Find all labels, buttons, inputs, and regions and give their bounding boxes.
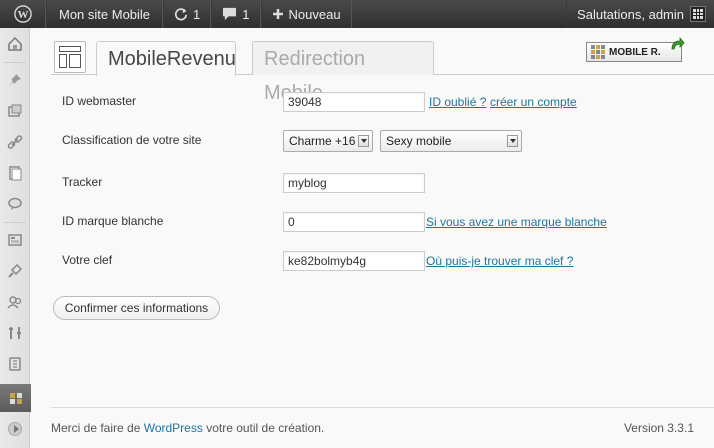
dropdown-arrow-icon — [358, 135, 369, 147]
white-label-link[interactable]: Si vous avez une marque blanche — [426, 215, 607, 229]
version-text: Version 3.3.1 — [623, 421, 694, 435]
grid-logo-icon — [591, 45, 605, 59]
tracker-label: Tracker — [62, 175, 103, 189]
admin-bar: W Mon site Mobile 1 1 Nouveau Salutation… — [0, 0, 714, 28]
refresh-icon — [174, 8, 188, 21]
tab-label: MobileRevenu — [108, 48, 236, 70]
users-icon[interactable] — [0, 288, 30, 316]
plus-icon — [272, 9, 283, 19]
links-icon[interactable] — [0, 128, 30, 156]
page-layout-icon — [54, 41, 86, 73]
comments-icon[interactable] — [0, 190, 30, 218]
avatar — [690, 6, 706, 22]
subcategory-select[interactable]: Sexy mobile — [380, 130, 522, 152]
new-content-link[interactable]: Nouveau — [260, 0, 352, 28]
white-label-id-input[interactable]: 0 — [283, 212, 425, 232]
media-icon[interactable] — [0, 97, 30, 125]
account-menu[interactable]: Salutations, admin — [566, 0, 714, 28]
wordpress-logo-icon[interactable]: W — [0, 0, 46, 28]
footer-text-before: Merci de faire de — [51, 421, 144, 435]
create-account-link[interactable]: créer un compte — [490, 95, 577, 109]
confirm-button[interactable]: Confirmer ces informations — [53, 296, 220, 320]
pages-icon[interactable] — [0, 159, 30, 187]
greeting-text: Salutations, admin — [577, 6, 684, 22]
key-input[interactable]: ke82bolmyb4g — [283, 251, 425, 271]
subcategory-value: Sexy mobile — [386, 134, 452, 148]
svg-text:W: W — [17, 9, 28, 21]
main-content: MobileRevenu Redirection Mobile MOBILE R… — [31, 28, 714, 448]
appearance-icon[interactable] — [0, 226, 30, 254]
tracker-input[interactable]: myblog — [283, 173, 425, 193]
admin-sidebar — [0, 28, 40, 448]
tab-redirection-mobile[interactable]: Redirection Mobile — [252, 41, 434, 104]
webmaster-label: ID webmaster — [62, 94, 137, 108]
comment-bubble-icon — [223, 7, 237, 21]
white-label-id-label: ID marque blanche — [62, 214, 164, 228]
classification-value: Charme +16 — [289, 134, 356, 148]
pin-icon[interactable] — [0, 66, 30, 94]
dashboard-icon[interactable] — [0, 30, 30, 58]
wordpress-link[interactable]: WordPress — [144, 421, 203, 435]
key-label: Votre clef — [62, 253, 113, 267]
new-label: Nouveau — [288, 6, 341, 22]
green-arrow-icon — [671, 37, 685, 50]
tools-icon[interactable] — [0, 319, 30, 347]
find-key-link[interactable]: Où puis-je trouver ma clef ? — [426, 254, 573, 268]
site-name: Mon site Mobile — [59, 6, 151, 22]
comments-link[interactable]: 1 — [211, 0, 261, 28]
tab-mobile-revenu[interactable]: MobileRevenu — [96, 41, 236, 76]
plugins-icon[interactable] — [0, 257, 30, 285]
footer-credit: Merci de faire de WordPress votre outil … — [51, 421, 324, 435]
updates-count: 1 — [193, 6, 201, 22]
updates-link[interactable]: 1 — [163, 0, 212, 28]
comments-count: 1 — [242, 6, 250, 22]
classification-label: Classification de votre site — [62, 133, 202, 147]
classification-select[interactable]: Charme +16 — [283, 130, 373, 152]
webmaster-id-input[interactable]: 39048 — [283, 92, 425, 112]
footer-text-after: votre outil de création. — [202, 421, 325, 435]
forgot-id-link[interactable]: ID oublié ? — [429, 95, 486, 109]
mobile-revenu-icon[interactable] — [0, 384, 40, 412]
badge-label: MOBILE R. — [609, 46, 661, 58]
settings-icon[interactable] — [0, 350, 30, 378]
collapse-menu-button[interactable] — [8, 422, 22, 436]
dropdown-arrow-icon — [507, 135, 518, 147]
mobile-r-badge[interactable]: MOBILE R. — [586, 37, 685, 62]
site-name-link[interactable]: Mon site Mobile — [46, 0, 164, 28]
